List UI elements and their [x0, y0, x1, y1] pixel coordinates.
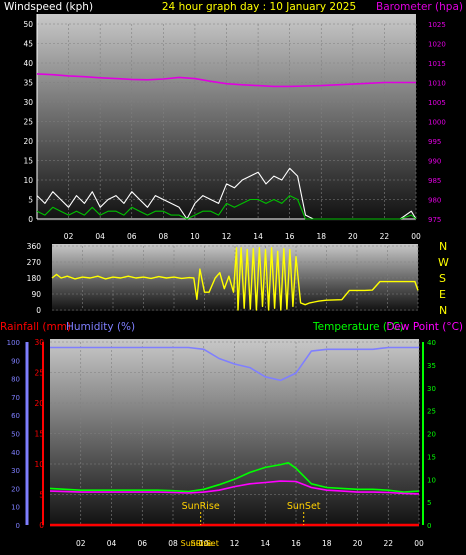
wind-y-tick-label: 25 [23, 118, 33, 127]
humidity-y-tick-label: 50 [11, 431, 20, 439]
x-tick-label: 14 [260, 539, 270, 548]
x-tick-label: 02 [64, 232, 74, 241]
humidity-y-tick-label: 90 [11, 357, 20, 365]
weather-graph: 0510152025303540455097598098599099510001… [0, 1, 463, 548]
barometer-y-tick-label: 1015 [428, 60, 446, 68]
rain-y-tick-label: 25 [34, 369, 44, 378]
humidity-y-tick-label: 20 [11, 485, 20, 493]
temperature-y-tick-label: 0 [427, 522, 431, 530]
rain-y-tick-label: 5 [39, 491, 44, 500]
barometer-y-tick-label: 990 [428, 158, 441, 166]
rainfall-label: Rainfall (mm) [0, 321, 71, 333]
wind-y-tick-label: 30 [23, 98, 33, 107]
wind-y-tick-label: 35 [23, 79, 33, 88]
direction-letter-e: E [439, 288, 446, 301]
wind-y-tick-label: 0 [28, 215, 33, 224]
humidity-y-tick-label: 40 [11, 449, 20, 457]
rain-y-tick-label: 30 [34, 338, 44, 347]
direction-y-tick-label: 0 [36, 306, 41, 315]
temperature-y-tick-label: 5 [427, 499, 431, 507]
barometer-y-tick-label: 1020 [428, 41, 446, 49]
barometer-y-tick-label: 980 [428, 197, 441, 205]
sunset-label-bottom: SunSet [190, 539, 218, 548]
x-tick-label: 00 [411, 232, 421, 241]
barometer-y-tick-label: 975 [428, 216, 441, 224]
rain-y-tick-label: 20 [34, 399, 44, 408]
temperature-y-tick-label: 35 [427, 362, 436, 370]
direction-letter-w: W [438, 256, 449, 269]
temperature-y-tick-label: 40 [427, 339, 436, 347]
direction-y-tick-label: 270 [27, 258, 42, 267]
x-tick-label: 06 [127, 232, 137, 241]
humidity-y-tick-label: 80 [11, 376, 20, 384]
direction-letters: N W S E N [438, 240, 449, 317]
direction-y-tick-label: 90 [31, 290, 41, 299]
humidity-y-tick-label: 30 [11, 467, 20, 475]
humidity-y-tick-label: 60 [11, 412, 20, 420]
wind-y-tick-label: 20 [23, 137, 33, 146]
x-tick-label: 02 [76, 539, 86, 548]
x-tick-label: 16 [285, 232, 295, 241]
x-tick-label: 06 [137, 539, 147, 548]
x-tick-label: 22 [380, 232, 390, 241]
temperature-y-tick-label: 10 [427, 476, 436, 484]
humidity-label: Humidity (%) [66, 321, 135, 333]
x-tick-label: 20 [348, 232, 358, 241]
direction-letter-n-top: N [439, 240, 447, 253]
rain-y-tick-label: 15 [34, 430, 44, 439]
humidity-y-tick-label: 10 [11, 504, 20, 512]
barometer-y-tick-label: 995 [428, 138, 441, 146]
x-tick-label: 08 [159, 232, 169, 241]
temperature-y-tick-label: 20 [427, 431, 436, 439]
x-tick-label: 04 [107, 539, 117, 548]
temperature-y-tick-label: 15 [427, 453, 436, 461]
barometer-y-tick-label: 985 [428, 177, 441, 185]
direction-letter-n-bottom: N [439, 304, 447, 317]
chart-title: 24 hour graph day : 10 January 2025 [162, 1, 356, 13]
humidity-y-tick-label: 70 [11, 394, 20, 402]
x-tick-label: 04 [95, 232, 105, 241]
x-tick-label: 18 [316, 232, 326, 241]
barometer-label: Barometer (hpa) [376, 1, 463, 13]
humidity-y-tick-label: 100 [7, 339, 20, 347]
barometer-y-tick-label: 1010 [428, 80, 446, 88]
rain-y-tick-label: 10 [34, 460, 44, 469]
x-tick-label: 12 [230, 539, 240, 548]
wind-y-tick-label: 5 [28, 196, 33, 205]
x-tick-label: 08 [168, 539, 178, 548]
x-tick-label: 18 [322, 539, 332, 548]
humidity-y-tick-label: 0 [16, 522, 20, 530]
x-tick-label: 12 [222, 232, 232, 241]
x-tick-label: 16 [291, 539, 301, 548]
x-tick-label: 10 [190, 232, 200, 241]
x-tick-label: 22 [383, 539, 393, 548]
wind-y-tick-label: 50 [23, 20, 33, 29]
rain-y-tick-label: 0 [39, 521, 44, 530]
wind-y-tick-label: 40 [23, 59, 33, 68]
wind-y-tick-label: 15 [23, 157, 33, 166]
sunrise-label: SunRise [182, 501, 220, 512]
dewpoint-label: Dew Point (°C) [386, 321, 463, 333]
barometer-y-tick-label: 1025 [428, 21, 446, 29]
direction-letter-s: S [439, 272, 446, 285]
temperature-y-tick-label: 25 [427, 408, 436, 416]
windspeed-label: Windspeed (kph) [4, 1, 93, 13]
sunset-label: SunSet [287, 501, 321, 512]
wind-y-tick-label: 10 [23, 176, 33, 185]
barometer-y-tick-label: 1005 [428, 99, 446, 107]
direction-y-tick-label: 360 [27, 242, 42, 251]
x-tick-label: 14 [253, 232, 263, 241]
x-tick-label: 00 [414, 539, 424, 548]
temperature-y-tick-label: 30 [427, 385, 436, 393]
direction-y-tick-label: 180 [27, 274, 42, 283]
wind-y-tick-label: 45 [23, 40, 33, 49]
barometer-y-tick-label: 1000 [428, 119, 446, 127]
x-tick-label: 20 [353, 539, 363, 548]
